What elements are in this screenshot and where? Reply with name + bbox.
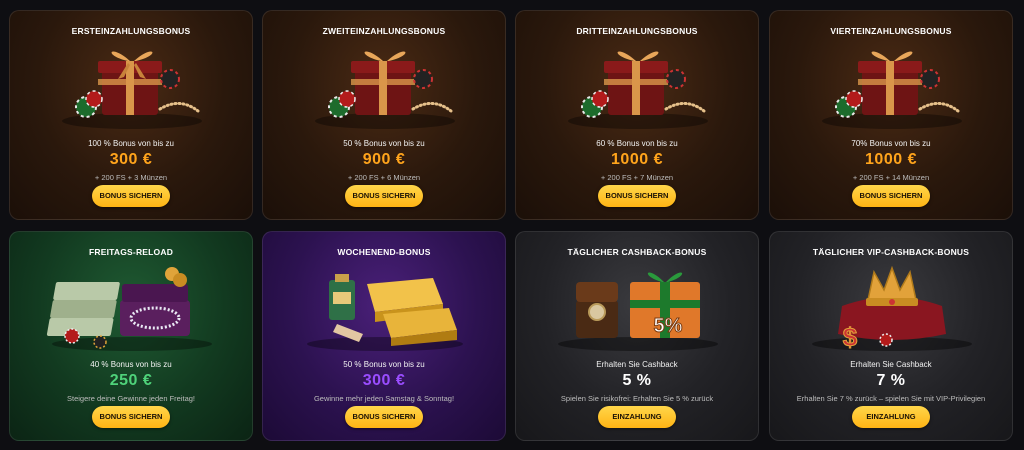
bonus-card-third-deposit: DRITTEINZAHLUNGSBONUS 60 % Bonus von bis… <box>515 10 759 220</box>
bonus-card-vip-cashback: TÄGLICHER VIP-CASHBACK-BONUS $ Erhalten … <box>769 231 1013 441</box>
dollar-sign-badge: $ <box>843 322 858 352</box>
card-title: ZWEITEINZAHLUNGSBONUS <box>322 26 446 36</box>
bonus-card-second-deposit: ZWEITEINZAHLUNGSBONUS 50 % Bonus von bis… <box>262 10 506 220</box>
bonus-grid: ERSTEINZAHLUNGSBONUS 100 % Bonus von bis… <box>0 0 1024 450</box>
bonus-extras: Spielen Sie risikofrei: Erhalten Sie 5 %… <box>560 394 714 403</box>
bonus-extras: + 200 FS + 3 Münzen <box>94 173 168 182</box>
card-title: WOCHENEND-BONUS <box>337 247 431 257</box>
bonus-description: 50 % Bonus von bis zu <box>343 360 425 369</box>
gold-bars-icon <box>307 274 463 351</box>
bonus-extras: Steigere deine Gewinne jeden Freitag! <box>67 394 195 403</box>
bonus-extras: Erhalten Sie 7 % zurück – spielen Sie mi… <box>796 394 986 403</box>
bonus-extras: + 200 FS + 7 Münzen <box>600 173 674 182</box>
claim-bonus-button[interactable]: BONUS SICHERN <box>345 185 423 207</box>
deposit-button[interactable]: EINZAHLUNG <box>598 406 676 428</box>
bonus-description: Erhalten Sie Cashback <box>596 360 678 369</box>
bonus-extras: + 200 FS + 14 Münzen <box>852 173 930 182</box>
bonus-card-first-deposit: ERSTEINZAHLUNGSBONUS 100 % Bonus von bis… <box>9 10 253 220</box>
bonus-amount: 250 € <box>109 372 153 389</box>
claim-bonus-button[interactable]: BONUS SICHERN <box>598 185 676 207</box>
gift-box-icon <box>315 51 455 129</box>
bonus-card-weekend: WOCHENEND-BONUS 50 % Bonus von bis zu 30… <box>262 231 506 441</box>
bonus-description: Erhalten Sie Cashback <box>850 360 932 369</box>
deposit-button[interactable]: EINZAHLUNG <box>852 406 930 428</box>
claim-bonus-button[interactable]: BONUS SICHERN <box>852 185 930 207</box>
bonus-amount: 1000 € <box>865 151 917 168</box>
bonus-amount: 900 € <box>362 151 406 168</box>
card-title: FREITAGS-RELOAD <box>88 247 174 257</box>
card-title: TÄGLICHER VIP-CASHBACK-BONUS <box>812 247 970 257</box>
card-title: ERSTEINZAHLUNGSBONUS <box>71 26 191 36</box>
bonus-description: 70% Bonus von bis zu <box>851 139 931 148</box>
card-title: DRITTEINZAHLUNGSBONUS <box>576 26 698 36</box>
card-title: TÄGLICHER CASHBACK-BONUS <box>567 247 707 257</box>
money-jewelry-icon <box>46 267 212 351</box>
bonus-extras: + 200 FS + 6 Münzen <box>347 173 421 182</box>
claim-bonus-button[interactable]: BONUS SICHERN <box>92 185 170 207</box>
crown-pillow-icon: $ <box>812 265 972 352</box>
gift-box-icon <box>822 51 962 129</box>
gift-box-icon <box>568 51 708 129</box>
bonus-card-fourth-deposit: VIERTEINZAHLUNGSBONUS 70% Bonus von bis … <box>769 10 1013 220</box>
bonus-description: 60 % Bonus von bis zu <box>596 139 678 148</box>
claim-bonus-button[interactable]: BONUS SICHERN <box>92 406 170 428</box>
claim-bonus-button[interactable]: BONUS SICHERN <box>345 406 423 428</box>
bonus-amount: 300 € <box>109 151 153 168</box>
bonus-card-friday-reload: FREITAGS-RELOAD 40 % Bonus von bis zu 25… <box>9 231 253 441</box>
bonus-description: 50 % Bonus von bis zu <box>343 139 425 148</box>
bonus-description: 100 % Bonus von bis zu <box>88 139 174 148</box>
cashback-badge: 5% <box>654 315 683 337</box>
bonus-extras: Gewinne mehr jeden Samstag & Sonntag! <box>313 394 455 403</box>
bonus-card-daily-cashback: TÄGLICHER CASHBACK-BONUS 5% Erhalten Sie… <box>515 231 759 441</box>
gift-box-icon <box>62 51 202 129</box>
bonus-amount: 300 € <box>362 372 406 389</box>
bonus-description: 40 % Bonus von bis zu <box>90 360 172 369</box>
bonus-amount: 1000 € <box>611 151 663 168</box>
card-title: VIERTEINZAHLUNGSBONUS <box>830 26 952 36</box>
bonus-amount: 5 % <box>622 372 652 389</box>
cashback-gift-icon: 5% <box>558 272 718 351</box>
bonus-amount: 7 % <box>876 372 906 389</box>
